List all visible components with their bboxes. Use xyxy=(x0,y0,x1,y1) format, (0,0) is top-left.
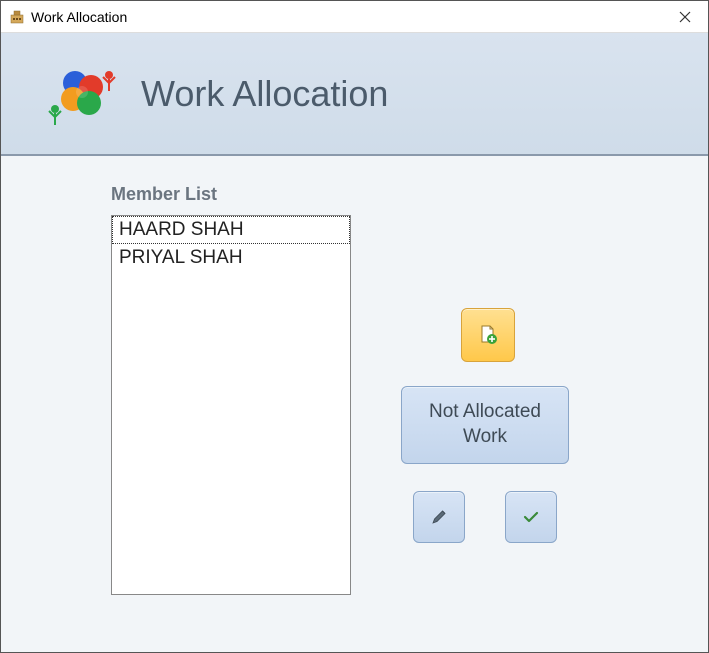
check-icon xyxy=(521,507,541,527)
member-list-label: Member List xyxy=(111,184,708,205)
close-button[interactable] xyxy=(662,1,708,33)
logo-icon xyxy=(45,57,119,131)
app-icon xyxy=(9,9,25,25)
window-frame: Work Allocation xyxy=(0,0,709,653)
document-add-icon xyxy=(477,324,499,346)
list-item[interactable]: HAARD SHAH xyxy=(112,216,350,244)
edit-button[interactable] xyxy=(413,491,465,543)
member-listbox[interactable]: HAARD SHAHPRIYAL SHAH xyxy=(111,215,351,595)
pencil-icon xyxy=(430,508,448,526)
confirm-button[interactable] xyxy=(505,491,557,543)
list-item[interactable]: PRIYAL SHAH xyxy=(112,244,350,272)
header-band: Work Allocation xyxy=(1,33,708,156)
titlebar: Work Allocation xyxy=(1,1,708,33)
page-title: Work Allocation xyxy=(141,73,388,115)
not-allocated-work-button[interactable]: Not Allocated Work xyxy=(401,386,569,464)
assign-button[interactable] xyxy=(461,308,515,362)
content-area: Member List HAARD SHAHPRIYAL SHAH Not Al… xyxy=(1,156,708,652)
window-title: Work Allocation xyxy=(31,9,662,25)
